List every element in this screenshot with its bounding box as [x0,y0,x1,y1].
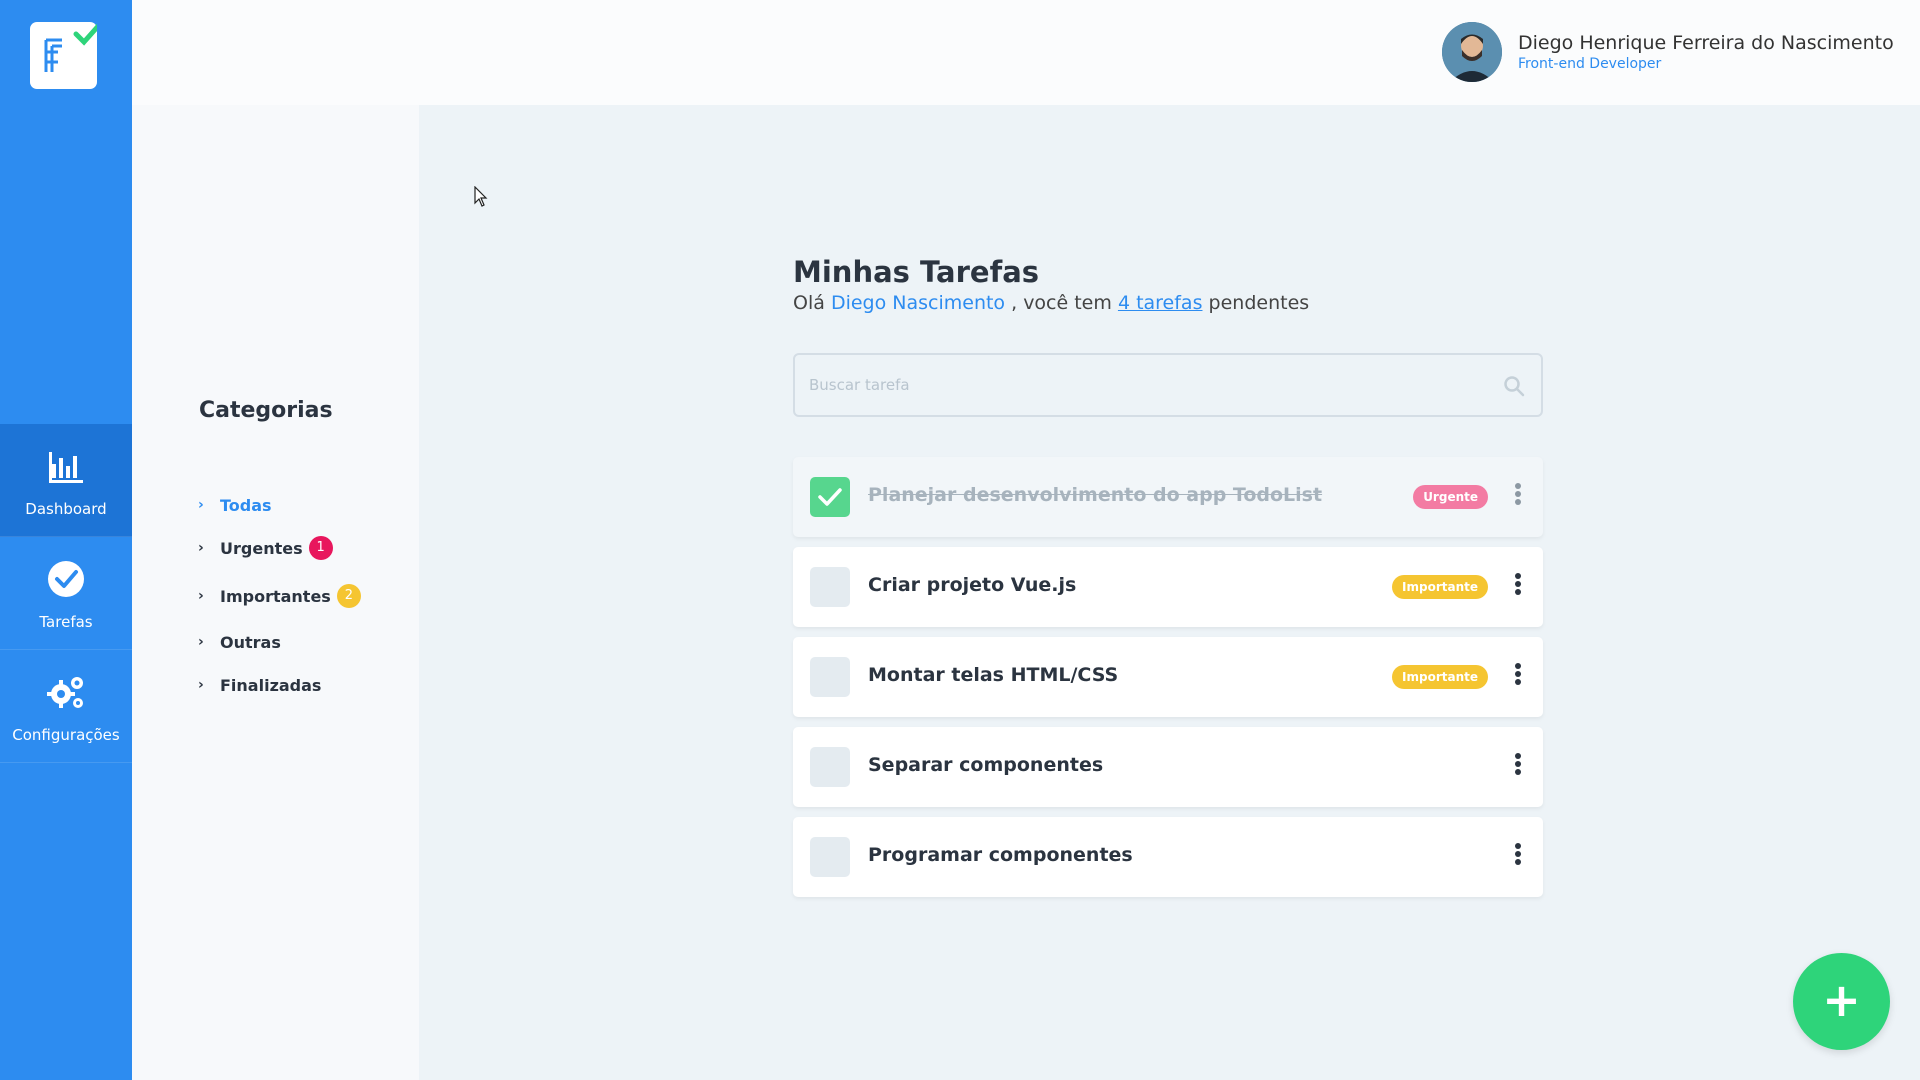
category-outras[interactable]: › Outras [198,629,281,655]
add-task-button[interactable]: + [1793,953,1890,1050]
search-box [793,353,1543,417]
chevron-right-icon: › [198,497,204,513]
pending-tasks-link[interactable]: 4 tarefas [1118,292,1203,314]
gears-icon [47,677,83,708]
chevron-right-icon: › [198,540,204,556]
user-name: Diego Henrique Ferreira do Nascimento [1518,32,1894,54]
task-item[interactable]: Criar projeto Vue.js Importante [793,547,1543,627]
nav-label-dashboard: Dashboard [25,500,107,518]
task-tag-important: Importante [1392,665,1488,689]
task-title: Criar projeto Vue.js [868,574,1077,596]
category-label: Outras [220,632,281,652]
more-options-icon[interactable] [1511,661,1525,693]
logo-icon [44,23,97,72]
category-finalizadas[interactable]: › Finalizadas [198,672,321,698]
greeting-prefix: Olá [793,292,825,314]
task-title: Planejar desenvolvimento do app TodoList [868,484,1323,506]
task-title: Separar componentes [868,754,1104,776]
nav-item-tarefas[interactable]: Tarefas [0,537,132,650]
check-circle-icon [48,561,84,597]
more-options-icon[interactable] [1511,751,1525,783]
task-checkbox[interactable] [810,477,850,517]
mouse-cursor-icon [474,186,488,207]
count-badge: 1 [308,536,333,560]
task-item[interactable]: Montar telas HTML/CSS Importante [793,637,1543,717]
search-input[interactable] [809,371,1449,399]
task-item[interactable]: Separar componentes [793,727,1543,807]
category-importantes[interactable]: › Importantes 2 [198,583,361,609]
task-title: Montar telas HTML/CSS [868,664,1119,686]
greeting-user-name: Diego Nascimento [830,292,1006,314]
page-title: Minhas Tarefas [793,255,1040,289]
search-icon[interactable] [1503,375,1525,397]
category-label: Finalizadas [220,675,322,695]
task-checkbox[interactable] [810,837,850,877]
task-item[interactable]: Planejar desenvolvimento do app TodoList… [793,457,1543,537]
nav-item-dashboard[interactable]: Dashboard [0,424,132,537]
categories-title: Categorias [199,398,333,423]
app-logo[interactable] [30,22,97,89]
task-item[interactable]: Programar componentes [793,817,1543,897]
task-checkbox[interactable] [810,567,850,607]
category-todas[interactable]: › Todas [198,492,272,518]
count-badge: 2 [336,584,361,608]
greeting-suffix: pendentes [1208,292,1310,314]
category-urgentes[interactable]: › Urgentes 1 [198,535,333,561]
task-tag-important: Importante [1392,575,1488,599]
avatar[interactable] [1442,22,1502,82]
chevron-right-icon: › [198,677,204,693]
check-icon [818,488,842,506]
bar-chart-icon [49,452,83,483]
task-title: Programar componentes [868,844,1133,866]
chevron-right-icon: › [198,634,204,650]
category-label: Todas [220,495,272,515]
task-checkbox[interactable] [810,657,850,697]
plus-icon: + [1822,973,1861,1027]
more-options-icon[interactable] [1511,841,1525,873]
greeting-text: Olá Diego Nascimento , você tem 4 tarefa… [793,292,1309,314]
user-role: Front-end Developer [1518,56,1662,72]
nav-label-configuracoes: Configurações [12,726,120,744]
side-nav: Dashboard Tarefas Configurações [0,0,132,1080]
chevron-right-icon: › [198,588,204,604]
category-label: Importantes [220,586,331,606]
task-tag-urgent: Urgente [1413,485,1488,509]
nav-label-tarefas: Tarefas [39,613,93,631]
category-label: Urgentes [220,538,303,558]
task-checkbox[interactable] [810,747,850,787]
more-options-icon[interactable] [1511,571,1525,603]
user-avatar-image [1442,22,1502,82]
nav-item-configuracoes[interactable]: Configurações [0,650,132,763]
greeting-mid: , você tem [1011,292,1112,314]
more-options-icon[interactable] [1511,481,1525,513]
